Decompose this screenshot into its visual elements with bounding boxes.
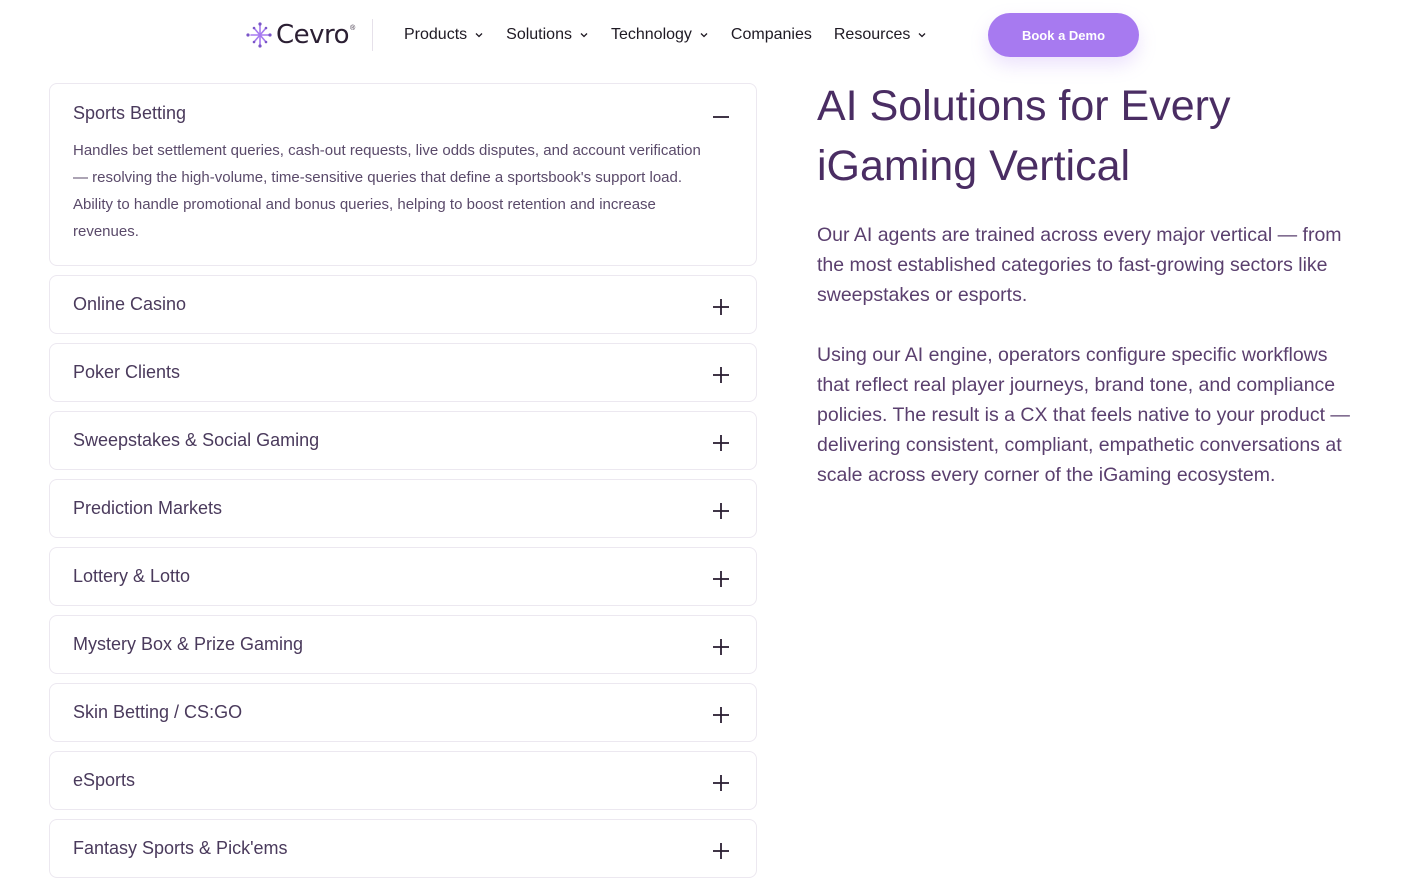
- vertical-accordion: Sports Betting Handles bet settlement qu…: [49, 83, 757, 887]
- nav-item-resources[interactable]: Resources: [834, 26, 927, 44]
- accordion-item-esports: eSports: [49, 751, 757, 810]
- top-navigation: Cevro ® Products Solutions Technology Co…: [0, 0, 1406, 70]
- nav-item-products[interactable]: Products: [404, 26, 484, 44]
- detail-paragraph: Using our AI engine, operators configure…: [817, 344, 1350, 486]
- plus-icon[interactable]: [712, 638, 730, 656]
- nav-divider: [372, 19, 373, 51]
- accordion-title: Sports Betting: [73, 102, 187, 123]
- accordion-header[interactable]: Fantasy Sports & Pick'ems: [50, 820, 756, 877]
- nav-item-label: Products: [404, 26, 468, 43]
- plus-icon[interactable]: [712, 706, 730, 724]
- chevron-down-icon: [918, 33, 926, 38]
- logo-mark-icon: [246, 22, 272, 48]
- plus-icon[interactable]: [712, 502, 730, 520]
- accordion-item-prediction-markets: Prediction Markets: [49, 479, 757, 538]
- accordion-header[interactable]: Sweepstakes & Social Gaming: [50, 412, 756, 469]
- accordion-header[interactable]: Sports Betting: [50, 84, 756, 142]
- heading-line-2: iGaming Vertical: [817, 142, 1131, 190]
- accordion-header[interactable]: Lottery & Lotto: [50, 548, 756, 605]
- plus-icon[interactable]: [712, 842, 730, 860]
- accordion-item-fantasy-sports: Fantasy Sports & Pick'ems: [49, 819, 757, 878]
- nav-links: Products Solutions Technology Companies …: [404, 22, 949, 48]
- accordion-item-online-casino: Online Casino: [49, 275, 757, 334]
- accordion-title: Fantasy Sports & Pick'ems: [73, 838, 288, 858]
- chevron-down-icon: [700, 33, 708, 38]
- chevron-down-icon: [580, 33, 588, 38]
- accordion-title: Lottery & Lotto: [73, 566, 191, 586]
- book-demo-button[interactable]: Book a Demo: [988, 13, 1139, 57]
- accordion-item-poker-clients: Poker Clients: [49, 343, 757, 402]
- nav-item-companies[interactable]: Companies: [731, 26, 812, 44]
- accordion-item-mystery-box: Mystery Box & Prize Gaming: [49, 615, 757, 674]
- plus-icon[interactable]: [712, 298, 730, 316]
- nav-item-label: Solutions: [506, 26, 572, 43]
- accordion-item-sweepstakes: Sweepstakes & Social Gaming: [49, 411, 757, 470]
- accordion-item-lottery: Lottery & Lotto: [49, 547, 757, 606]
- accordion-title: Poker Clients: [73, 362, 181, 382]
- accordion-header[interactable]: Prediction Markets: [50, 480, 756, 537]
- accordion-header[interactable]: eSports: [50, 752, 756, 809]
- section-heading: AI Solutions for Every iGaming Vertical: [817, 76, 1357, 196]
- accordion-title: Online Casino: [73, 294, 187, 314]
- accordion-body: Handles bet settlement queries, cash-out…: [73, 142, 701, 240]
- nav-item-label: Resources: [833, 26, 911, 43]
- accordion-header[interactable]: Skin Betting / CS:GO: [50, 684, 756, 741]
- intro-paragraph: Our AI agents are trained across every m…: [817, 224, 1342, 306]
- accordion-item-sports-betting: Sports Betting Handles bet settlement qu…: [49, 83, 757, 266]
- minus-icon[interactable]: [712, 108, 730, 126]
- heading-line-1: AI Solutions for Every: [817, 82, 1231, 130]
- accordion-header[interactable]: Poker Clients: [50, 344, 756, 401]
- nav-item-label: Companies: [730, 26, 812, 43]
- intro-section: AI Solutions for Every iGaming Vertical …: [817, 76, 1357, 490]
- accordion-title: Sweepstakes & Social Gaming: [73, 430, 320, 450]
- accordion-header[interactable]: Online Casino: [50, 276, 756, 333]
- cevro-logo[interactable]: Cevro ®: [245, 19, 355, 51]
- logo-text: Cevro: [276, 20, 350, 50]
- accordion-title: Skin Betting / CS:GO: [73, 702, 243, 722]
- plus-icon[interactable]: [712, 570, 730, 588]
- plus-icon[interactable]: [712, 434, 730, 452]
- accordion-title: eSports: [73, 770, 136, 790]
- nav-item-label: Technology: [610, 26, 692, 43]
- accordion-header[interactable]: Mystery Box & Prize Gaming: [50, 616, 756, 673]
- nav-item-technology[interactable]: Technology: [611, 26, 709, 44]
- logo-trademark: ®: [350, 25, 356, 32]
- accordion-title: Mystery Box & Prize Gaming: [73, 634, 304, 654]
- chevron-down-icon: [475, 33, 483, 38]
- accordion-title: Prediction Markets: [73, 498, 223, 518]
- plus-icon[interactable]: [712, 774, 730, 792]
- nav-item-solutions[interactable]: Solutions: [506, 26, 589, 44]
- accordion-item-skin-betting: Skin Betting / CS:GO: [49, 683, 757, 742]
- plus-icon[interactable]: [712, 366, 730, 384]
